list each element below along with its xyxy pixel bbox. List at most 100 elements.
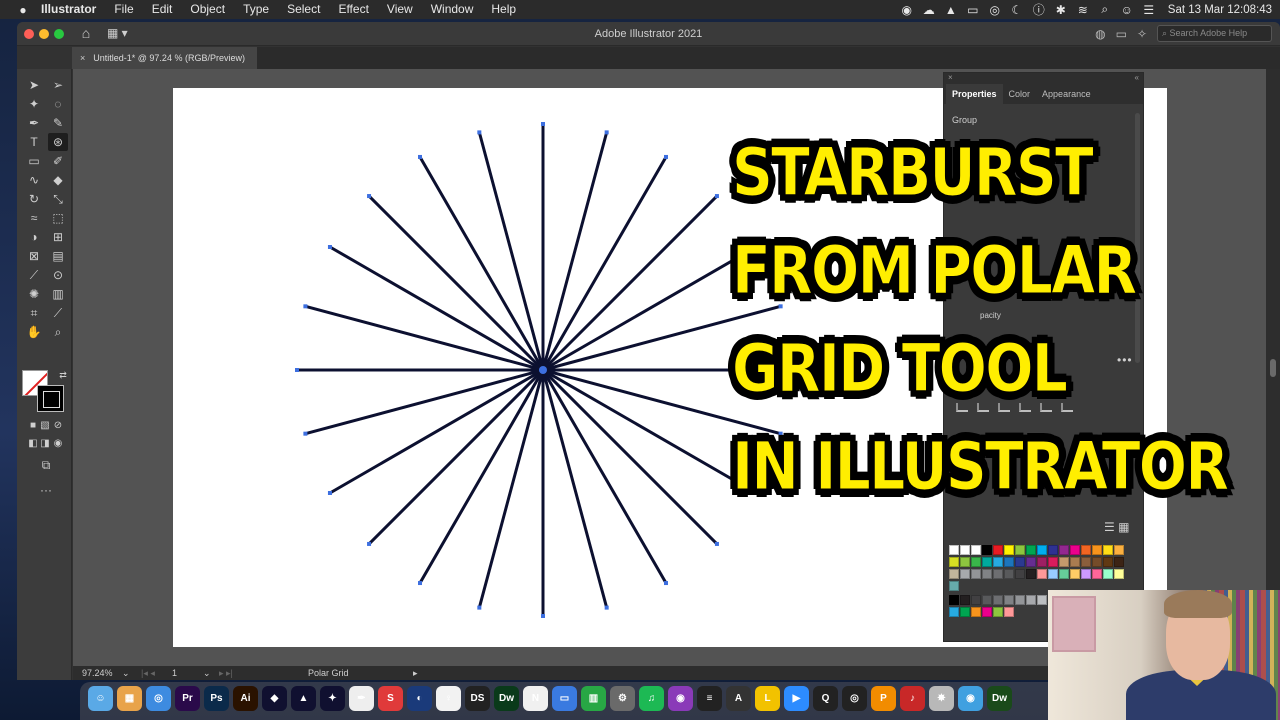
menu-window[interactable]: Window (422, 0, 483, 19)
color-swatch[interactable] (982, 595, 992, 605)
color-swatch[interactable] (982, 557, 992, 567)
color-swatch[interactable] (982, 607, 992, 617)
info-icon[interactable]: ⓘ (1028, 1, 1050, 18)
starburst-ray[interactable] (304, 368, 544, 436)
artboard-nav-first-icon[interactable]: |◂ ◂ (141, 666, 155, 680)
color-swatch[interactable] (993, 595, 1003, 605)
edit-toolbar-icon[interactable]: ··· (36, 481, 56, 499)
anchor-point[interactable] (477, 605, 482, 610)
anchor-point[interactable] (714, 194, 719, 199)
close-tab-icon[interactable]: × (80, 53, 85, 63)
artboard-nav-next-icon[interactable]: ▸ ▸| (219, 666, 233, 680)
color-swatch[interactable] (1004, 595, 1014, 605)
anchor-point[interactable] (477, 130, 482, 135)
dock-app-icon-news[interactable]: N (523, 686, 548, 711)
center-point[interactable] (539, 366, 547, 374)
creative-cloud-icon[interactable]: ☁ (918, 3, 940, 17)
color-swatch[interactable] (1004, 569, 1014, 579)
tab-properties[interactable]: Properties (946, 84, 1003, 104)
color-swatch[interactable] (949, 607, 959, 617)
color-swatch[interactable] (1004, 557, 1014, 567)
color-swatch[interactable] (971, 557, 981, 567)
color-swatch[interactable] (993, 569, 1003, 579)
bluetooth-icon[interactable]: ✱ (1050, 3, 1072, 17)
none-mode-icon[interactable]: ⊘ (48, 417, 68, 435)
menu-file[interactable]: File (105, 0, 142, 19)
color-swatch[interactable] (1103, 557, 1113, 567)
color-swatch[interactable] (1048, 569, 1058, 579)
dock-app-icon-app[interactable]: ◉ (958, 686, 983, 711)
paintbrush-tool-icon[interactable]: ✐ (48, 152, 68, 170)
color-swatch[interactable] (982, 569, 992, 579)
tab-appearance[interactable]: Appearance (1036, 84, 1097, 104)
screen-mirror-icon[interactable]: ◎ (984, 3, 1006, 17)
anchor-point[interactable] (604, 130, 609, 135)
pen-tool-icon[interactable]: ✒ (24, 114, 44, 132)
type-tool-icon[interactable]: T (24, 133, 44, 151)
color-swatch[interactable] (1092, 569, 1102, 579)
dock-app-icon-premiere-pro[interactable]: Pr (175, 686, 200, 711)
warp-tool-icon[interactable]: ≈ (24, 209, 44, 227)
graph-tool-icon[interactable]: ▥ (48, 285, 68, 303)
scrollbar-thumb[interactable] (1270, 359, 1276, 377)
dock-app-icon-spotify[interactable]: ♫ (639, 686, 664, 711)
anchor-point[interactable] (295, 368, 299, 372)
apple-menu-icon[interactable]: ● (14, 3, 32, 17)
scale-tool-icon[interactable]: ⤡ (48, 190, 68, 208)
symbol-sprayer-tool-icon[interactable]: ✺ (24, 285, 44, 303)
eyedropper-tool-icon[interactable]: ⟋ (24, 266, 44, 284)
stroke-color-swatch[interactable] (37, 385, 64, 412)
anchor-point[interactable] (418, 154, 422, 159)
color-swatch[interactable] (1037, 545, 1047, 555)
dock-app-icon-affinity-photo[interactable]: ▲ (291, 686, 316, 711)
color-swatch[interactable] (993, 607, 1003, 617)
color-swatch[interactable] (1015, 557, 1025, 567)
dock-app-icon-script-editor[interactable]: ✒ (349, 686, 374, 711)
color-swatch[interactable] (1037, 595, 1047, 605)
color-swatch[interactable] (1026, 545, 1036, 555)
color-swatch[interactable] (960, 557, 970, 567)
color-swatch[interactable] (971, 545, 981, 555)
color-swatch[interactable] (1059, 569, 1069, 579)
arrange-documents-icon[interactable]: ▭ (1116, 27, 1127, 41)
swap-fill-stroke-icon[interactable]: ⇄ (53, 366, 73, 384)
starburst-ray[interactable] (541, 369, 609, 609)
app-status-icon[interactable]: ▲ (940, 3, 962, 17)
dock-app-icon-safari[interactable]: ◎ (146, 686, 171, 711)
zoom-dropdown-icon[interactable]: ⌄ (122, 666, 130, 680)
color-swatch[interactable] (1070, 545, 1080, 555)
anchor-point[interactable] (664, 154, 668, 159)
menu-bar-clock[interactable]: Sat 13 Mar 12:08:43 (1168, 4, 1272, 16)
direct-selection-tool-icon[interactable]: ➢ (48, 76, 68, 94)
dock-app-icon-app[interactable]: ♪ (900, 686, 925, 711)
mesh-tool-icon[interactable]: ⊠ (24, 247, 44, 265)
color-swatch[interactable] (1070, 557, 1080, 567)
color-swatch[interactable] (1103, 545, 1113, 555)
menu-app-illustrator[interactable]: Illustrator (32, 0, 105, 19)
eraser-tool-icon[interactable]: ◆ (48, 171, 68, 189)
artboard-tool-icon[interactable]: ⌗ (24, 304, 44, 322)
moon-icon[interactable]: ☾ (1006, 3, 1028, 17)
polar-grid-tool-icon[interactable]: ⊛ (48, 133, 68, 151)
tab-color[interactable]: Color (1003, 84, 1037, 104)
discover-lightbulb-icon[interactable]: ✧ (1137, 27, 1147, 41)
artboard-dropdown-icon[interactable]: ⌄ (203, 666, 211, 680)
starburst-ray[interactable] (477, 369, 545, 609)
rectangle-tool-icon[interactable]: ▭ (24, 152, 44, 170)
anchor-point[interactable] (604, 605, 609, 610)
dock-app-icon-photoshop[interactable]: Ps (204, 686, 229, 711)
wifi-icon[interactable]: ≋ (1072, 3, 1094, 17)
menu-object[interactable]: Object (181, 0, 234, 19)
color-swatch[interactable] (1081, 569, 1091, 579)
dock-app-icon-app[interactable]: ✸ (929, 686, 954, 711)
dock-app-icon-affinity-publisher[interactable]: ✦ (320, 686, 345, 711)
color-swatch[interactable] (960, 569, 970, 579)
dock-app-icon-dreamweaver[interactable]: Dw (494, 686, 519, 711)
color-swatch[interactable] (1081, 557, 1091, 567)
anchor-point[interactable] (541, 614, 545, 618)
dock-app-icon-dw[interactable]: Dw (987, 686, 1012, 711)
color-swatch[interactable] (1048, 557, 1058, 567)
color-swatch[interactable] (971, 595, 981, 605)
menu-select[interactable]: Select (278, 0, 329, 19)
dock-app-icon-pages[interactable]: P (871, 686, 896, 711)
